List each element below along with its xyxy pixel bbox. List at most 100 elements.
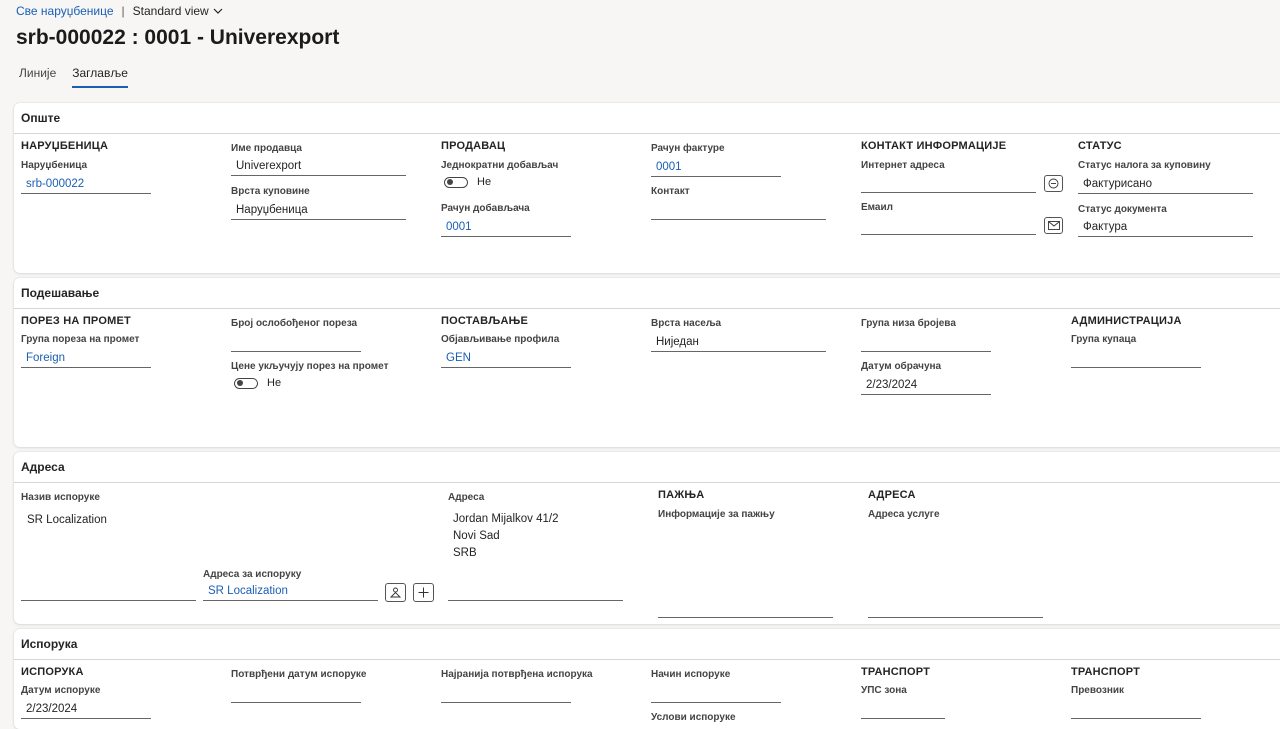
po-status-field[interactable]: Фактурисано bbox=[1078, 177, 1253, 194]
onetime-vendor-value: Не bbox=[477, 176, 492, 188]
number-sequence-label: Група низа бројева bbox=[861, 318, 956, 329]
email-field[interactable] bbox=[861, 218, 1036, 235]
po-type-label: Врста куповине bbox=[231, 186, 310, 197]
address-city: Novi Sad bbox=[453, 530, 500, 542]
buyer-group-label: Група купаца bbox=[1071, 334, 1137, 345]
person-location-icon bbox=[390, 587, 401, 598]
globe-icon bbox=[1048, 178, 1059, 189]
delivery-name-value: SR Localization bbox=[27, 514, 107, 526]
delivery-date-field[interactable]: 2/23/2024 bbox=[21, 702, 151, 719]
breadcrumb: Све наруџбенице | Standard view bbox=[16, 4, 223, 18]
delivery-name-field[interactable] bbox=[21, 584, 196, 601]
po-label: Наруџбеница bbox=[21, 160, 88, 171]
service-address-label: Адреса услуге bbox=[868, 509, 940, 520]
delivery-section-header[interactable]: Испорука bbox=[14, 629, 1280, 660]
po-field[interactable]: srb-000022 bbox=[21, 177, 151, 194]
vendor-name-field[interactable]: Univerexport bbox=[231, 159, 406, 176]
prices-incl-tax-value: Не bbox=[267, 377, 282, 389]
toggle-switch[interactable] bbox=[444, 176, 468, 188]
po-group-title: НАРУЏБЕНИЦА bbox=[21, 140, 109, 152]
invoice-account-label: Рачун фактуре bbox=[651, 143, 725, 154]
posting-profile-field[interactable]: GEN bbox=[441, 351, 571, 368]
address-section-header[interactable]: Адреса bbox=[14, 452, 1280, 483]
page-title: srb-000022 : 0001 - Univerexport bbox=[16, 26, 340, 49]
confirmed-date-label: Потврђени датум испоруке bbox=[231, 669, 367, 680]
settlement-type-label: Врста насеља bbox=[651, 318, 722, 329]
internet-address-field[interactable] bbox=[861, 176, 1036, 193]
prices-incl-tax-toggle[interactable]: Не bbox=[234, 377, 281, 389]
posting-profile-label: Објављивање профила bbox=[441, 334, 560, 345]
add-address-button[interactable] bbox=[413, 583, 434, 602]
delivery-group-title: ИСПОРУКА bbox=[21, 666, 84, 678]
settlement-type-field[interactable]: Ниједан bbox=[651, 335, 826, 352]
calc-date-field[interactable]: 2/23/2024 bbox=[861, 378, 991, 395]
delivery-mode-label: Начин испоруке bbox=[651, 669, 731, 680]
open-url-button[interactable] bbox=[1044, 175, 1063, 192]
delivery-address-label: Адреса за испоруку bbox=[203, 569, 302, 580]
attention-info-field[interactable] bbox=[658, 601, 833, 618]
delivery-mode-field[interactable] bbox=[651, 686, 781, 703]
attention-group-title: ПАЖЊА bbox=[658, 489, 705, 501]
carrier-field[interactable] bbox=[1071, 702, 1201, 719]
transport-group-title-1: ТРАНСПОРТ bbox=[861, 666, 931, 678]
email-label: Емаил bbox=[861, 202, 893, 213]
status-group-title: СТАТУС bbox=[1078, 140, 1122, 152]
internet-address-label: Интернет адреса bbox=[861, 160, 945, 171]
attention-info-label: Информације за пажњу bbox=[658, 509, 775, 520]
address-lines: Jordan Mijalkov 41/2 Novi Sad SRB bbox=[453, 511, 558, 562]
vendor-account-label: Рачун добављача bbox=[441, 203, 530, 214]
invoice-account-field[interactable]: 0001 bbox=[651, 160, 781, 177]
earliest-confirmed-label: Најранија потврђена испорука bbox=[441, 669, 593, 680]
delivery-date-label: Датум испоруке bbox=[21, 685, 101, 696]
tax-exempt-field[interactable] bbox=[231, 335, 361, 352]
mail-icon bbox=[1047, 221, 1060, 230]
setup-section-header[interactable]: Подешавање bbox=[14, 278, 1280, 309]
send-email-button[interactable] bbox=[1044, 217, 1063, 234]
po-type-field[interactable]: Наруџбеница bbox=[231, 203, 406, 220]
contact-field[interactable] bbox=[651, 203, 826, 220]
onetime-vendor-toggle[interactable]: Не bbox=[444, 176, 491, 188]
vendor-account-field[interactable]: 0001 bbox=[441, 220, 571, 237]
tax-group-title: ПОРЕЗ НА ПРОМЕТ bbox=[21, 315, 131, 327]
tab-bar: Линије Заглавље bbox=[19, 66, 128, 88]
address-person-button[interactable] bbox=[385, 583, 406, 602]
confirmed-date-field[interactable] bbox=[231, 686, 361, 703]
tax-group-field[interactable]: Foreign bbox=[21, 351, 151, 368]
toggle-switch[interactable] bbox=[234, 377, 258, 389]
plus-icon bbox=[418, 587, 429, 598]
po-status-label: Статус налога за куповину bbox=[1078, 160, 1211, 171]
posting-group-title: ПОСТАВЉАЊЕ bbox=[441, 315, 529, 327]
delivery-name-label: Назив испоруке bbox=[21, 492, 100, 503]
number-sequence-field[interactable] bbox=[861, 335, 991, 352]
address-label: Адреса bbox=[448, 492, 485, 503]
onetime-vendor-label: Једнократни добављач bbox=[441, 160, 559, 171]
general-section-header[interactable]: Опште bbox=[14, 103, 1280, 134]
vendor-name-label: Име продавца bbox=[231, 143, 302, 154]
delivery-terms-label: Услови испоруке bbox=[651, 712, 736, 723]
service-address-field[interactable] bbox=[868, 601, 1043, 618]
doc-status-field[interactable]: Фактура bbox=[1078, 220, 1253, 237]
earliest-confirmed-field[interactable] bbox=[441, 686, 571, 703]
address-field[interactable] bbox=[448, 584, 623, 601]
all-orders-link[interactable]: Све наруџбенице bbox=[16, 4, 114, 18]
tax-group-label: Група пореза на промет bbox=[21, 334, 140, 345]
setup-section: Подешавање ПОРЕЗ НА ПРОМЕТ Група пореза … bbox=[14, 278, 1280, 447]
delivery-address-field[interactable]: SR Localization bbox=[203, 584, 378, 601]
tab-lines[interactable]: Линије bbox=[19, 66, 56, 88]
tab-header[interactable]: Заглавље bbox=[72, 66, 128, 88]
view-label: Standard view bbox=[132, 4, 209, 18]
general-section: Опште НАРУЏБЕНИЦА Наруџбеница srb-000022… bbox=[14, 103, 1280, 273]
ups-zone-field[interactable] bbox=[861, 702, 945, 719]
buyer-group-field[interactable] bbox=[1071, 351, 1201, 368]
view-selector[interactable]: Standard view bbox=[133, 4, 223, 18]
transport-group-title-2: ТРАНСПОРТ bbox=[1071, 666, 1141, 678]
carrier-label: Превозник bbox=[1071, 685, 1125, 696]
breadcrumb-separator: | bbox=[121, 4, 125, 18]
ups-zone-label: УПС зона bbox=[861, 685, 907, 696]
vendor-group-title: ПРОДАВАЦ bbox=[441, 140, 506, 152]
address-street: Jordan Mijalkov 41/2 bbox=[453, 513, 559, 525]
prices-incl-tax-label: Цене укључују порез на промет bbox=[231, 361, 389, 372]
delivery-section: Испорука ИСПОРУКА Датум испоруке 2/23/20… bbox=[14, 629, 1280, 729]
service-address-group-title: АДРЕСА bbox=[868, 489, 916, 501]
contact-label: Контакт bbox=[651, 186, 690, 197]
